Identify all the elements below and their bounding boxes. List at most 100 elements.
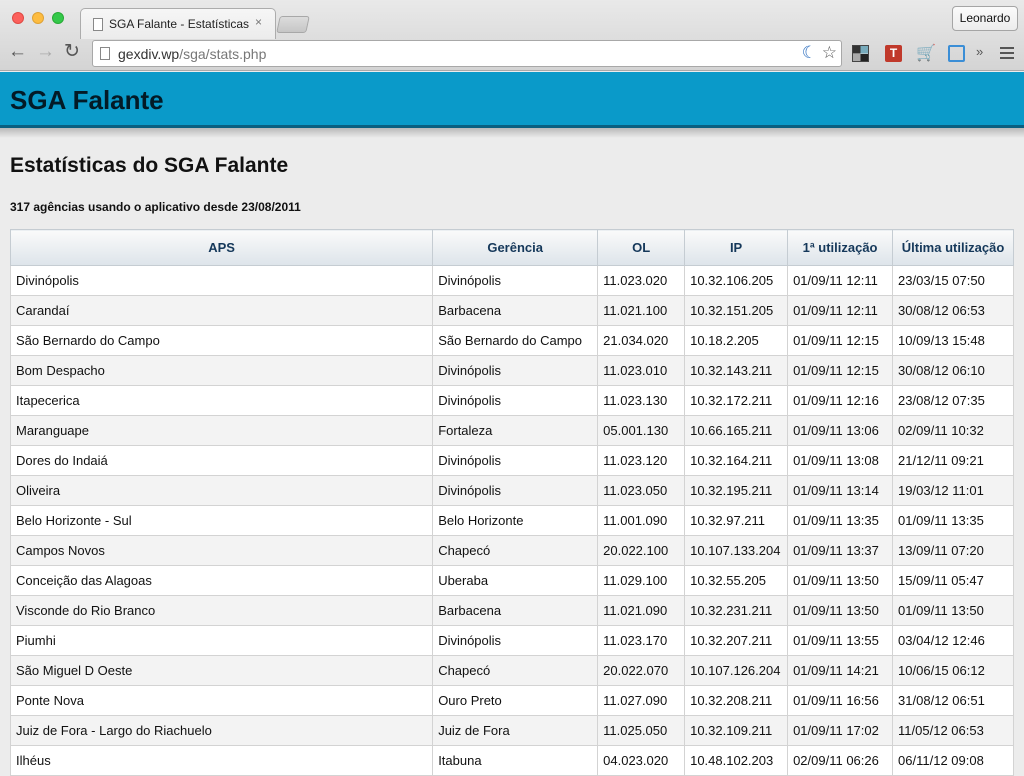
cell-last-use: 03/04/12 12:46 [892, 625, 1014, 656]
cell-gerencia: Divinópolis [432, 385, 599, 416]
menu-icon[interactable] [1000, 45, 1014, 61]
cell-gerencia: Barbacena [432, 295, 599, 326]
cell-gerencia: Itabuna [432, 745, 599, 776]
cell-aps: São Bernardo do Campo [9, 325, 434, 356]
cell-ip: 10.18.2.205 [684, 325, 789, 356]
extension-t-icon[interactable]: T [885, 45, 902, 62]
cell-last-use: 19/03/12 11:01 [892, 475, 1014, 506]
table-body: Divinópolis Divinópolis 11.023.020 10.32.10… [9, 265, 1014, 776]
screen-capture-icon[interactable] [948, 45, 965, 62]
cell-first-use: 01/09/11 16:56 [787, 685, 894, 716]
cell-ol: 11.023.170 [597, 625, 686, 656]
column-header-ip[interactable]: IP [684, 229, 789, 266]
cell-aps: Carandaí [9, 295, 434, 326]
column-header-first-use[interactable]: 1ª utilização [787, 229, 894, 266]
table-row: Visconde do Rio Branco Barbacena 11.021.09… [9, 595, 1014, 626]
new-tab-button[interactable] [276, 16, 310, 33]
page-icon [93, 18, 103, 31]
cell-aps: Itapecerica [9, 385, 434, 416]
table-row: Ponte Nova Ouro Preto 11.027.090 10.32.208.… [9, 685, 1014, 716]
stats-table: APS Gerência OL IP 1ª utilização Última … [9, 229, 1014, 776]
cell-aps: São Miguel D Oeste [9, 655, 434, 686]
reload-icon[interactable]: ↻ [64, 40, 80, 64]
cell-gerencia: Belo Horizonte [432, 505, 599, 536]
star-icon[interactable]: ☆ [822, 43, 837, 62]
maximize-window-button[interactable] [52, 12, 64, 24]
cell-aps: Ilhéus [9, 745, 434, 776]
cell-aps: Ponte Nova [9, 685, 434, 716]
cell-ol: 04.023.020 [597, 745, 686, 776]
cell-ol: 11.027.090 [597, 685, 686, 716]
table-row: Bom Despacho Divinópolis 11.023.010 10.32.1… [9, 355, 1014, 386]
forward-icon[interactable]: → [36, 40, 55, 64]
cell-aps: Divinópolis [9, 265, 434, 296]
more-extensions-icon[interactable]: » [976, 44, 983, 59]
cell-last-use: 06/11/12 09:08 [892, 745, 1014, 776]
cell-ol: 05.001.130 [597, 415, 686, 446]
cell-first-use: 01/09/11 13:50 [787, 595, 894, 626]
column-header-ol[interactable]: OL [597, 229, 686, 266]
page-info-icon [100, 47, 110, 60]
cell-first-use: 01/09/11 13:37 [787, 535, 894, 566]
cell-last-use: 13/09/11 07:20 [892, 535, 1014, 566]
close-tab-icon[interactable]: × [255, 15, 262, 29]
close-window-button[interactable] [12, 12, 24, 24]
address-bar[interactable]: gexdiv.wp/sga/stats.php ☾ ☆ [92, 40, 842, 67]
cell-gerencia: Uberaba [432, 565, 599, 596]
table-row: Piumhi Divinópolis 11.023.170 10.32.207.211… [9, 625, 1014, 656]
cell-gerencia: Divinópolis [432, 625, 599, 656]
cell-ip: 10.32.195.211 [684, 475, 789, 506]
omnibox-icons: ☾ ☆ [802, 43, 837, 63]
moon-icon[interactable]: ☾ [802, 43, 817, 62]
cell-ip: 10.32.164.211 [684, 445, 789, 476]
cell-aps: Belo Horizonte - Sul [9, 505, 434, 536]
cell-ol: 11.025.050 [597, 715, 686, 746]
cell-ol: 11.023.010 [597, 355, 686, 386]
cell-ol: 11.029.100 [597, 565, 686, 596]
extension-grid-icon[interactable] [852, 45, 869, 62]
cell-first-use: 01/09/11 12:15 [787, 325, 894, 356]
column-header-gerencia[interactable]: Gerência [432, 229, 599, 266]
page-title: Estatísticas do SGA Falante [10, 154, 289, 177]
cell-last-use: 23/08/12 07:35 [892, 385, 1014, 416]
column-header-last-use[interactable]: Última utilização [892, 229, 1014, 266]
cell-aps: Campos Novos [9, 535, 434, 566]
cell-aps: Visconde do Rio Branco [9, 595, 434, 626]
browser-tab[interactable]: SGA Falante - Estatísticas × [80, 8, 276, 39]
cell-ol: 11.023.130 [597, 385, 686, 416]
cell-aps: Piumhi [9, 625, 434, 656]
cell-aps: Juiz de Fora - Largo do Riachuelo [9, 715, 434, 746]
cell-first-use: 01/09/11 17:02 [787, 715, 894, 746]
back-icon[interactable]: ← [8, 40, 27, 64]
cell-gerencia: Divinópolis [432, 265, 599, 296]
cell-last-use: 11/05/12 06:53 [892, 715, 1014, 746]
site-title: SGA Falante [10, 85, 164, 115]
url-text[interactable]: gexdiv.wp/sga/stats.php [118, 46, 266, 62]
table-header-row: APS Gerência OL IP 1ª utilização Última … [9, 229, 1014, 266]
cell-aps: Dores do Indaiá [9, 445, 434, 476]
cell-first-use: 01/09/11 13:35 [787, 505, 894, 536]
cell-last-use: 01/09/11 13:50 [892, 595, 1014, 626]
cell-gerencia: Juiz de Fora [432, 715, 599, 746]
cart-icon[interactable]: 🛒 [916, 45, 936, 62]
cell-ol: 11.021.100 [597, 295, 686, 326]
minimize-window-button[interactable] [32, 12, 44, 24]
cell-first-use: 01/09/11 13:14 [787, 475, 894, 506]
cell-last-use: 10/06/15 06:12 [892, 655, 1014, 686]
profile-button[interactable]: Leonardo [952, 6, 1018, 31]
cell-last-use: 15/09/11 05:47 [892, 565, 1014, 596]
table-row: Belo Horizonte - Sul Belo Horizonte 11.001… [9, 505, 1014, 536]
cell-ol: 21.034.020 [597, 325, 686, 356]
tab-title: SGA Falante - Estatísticas [109, 17, 249, 31]
cell-ip: 10.32.97.211 [684, 505, 789, 536]
cell-ol: 11.023.120 [597, 445, 686, 476]
cell-first-use: 01/09/11 13:06 [787, 415, 894, 446]
cell-gerencia: Divinópolis [432, 355, 599, 386]
cell-gerencia: Ouro Preto [432, 685, 599, 716]
cell-ol: 11.021.090 [597, 595, 686, 626]
table-row: Divinópolis Divinópolis 11.023.020 10.32.10… [9, 265, 1014, 296]
cell-gerencia: Divinópolis [432, 475, 599, 506]
column-header-aps[interactable]: APS [9, 229, 434, 266]
cell-last-use: 23/03/15 07:50 [892, 265, 1014, 296]
cell-aps: Maranguape [9, 415, 434, 446]
